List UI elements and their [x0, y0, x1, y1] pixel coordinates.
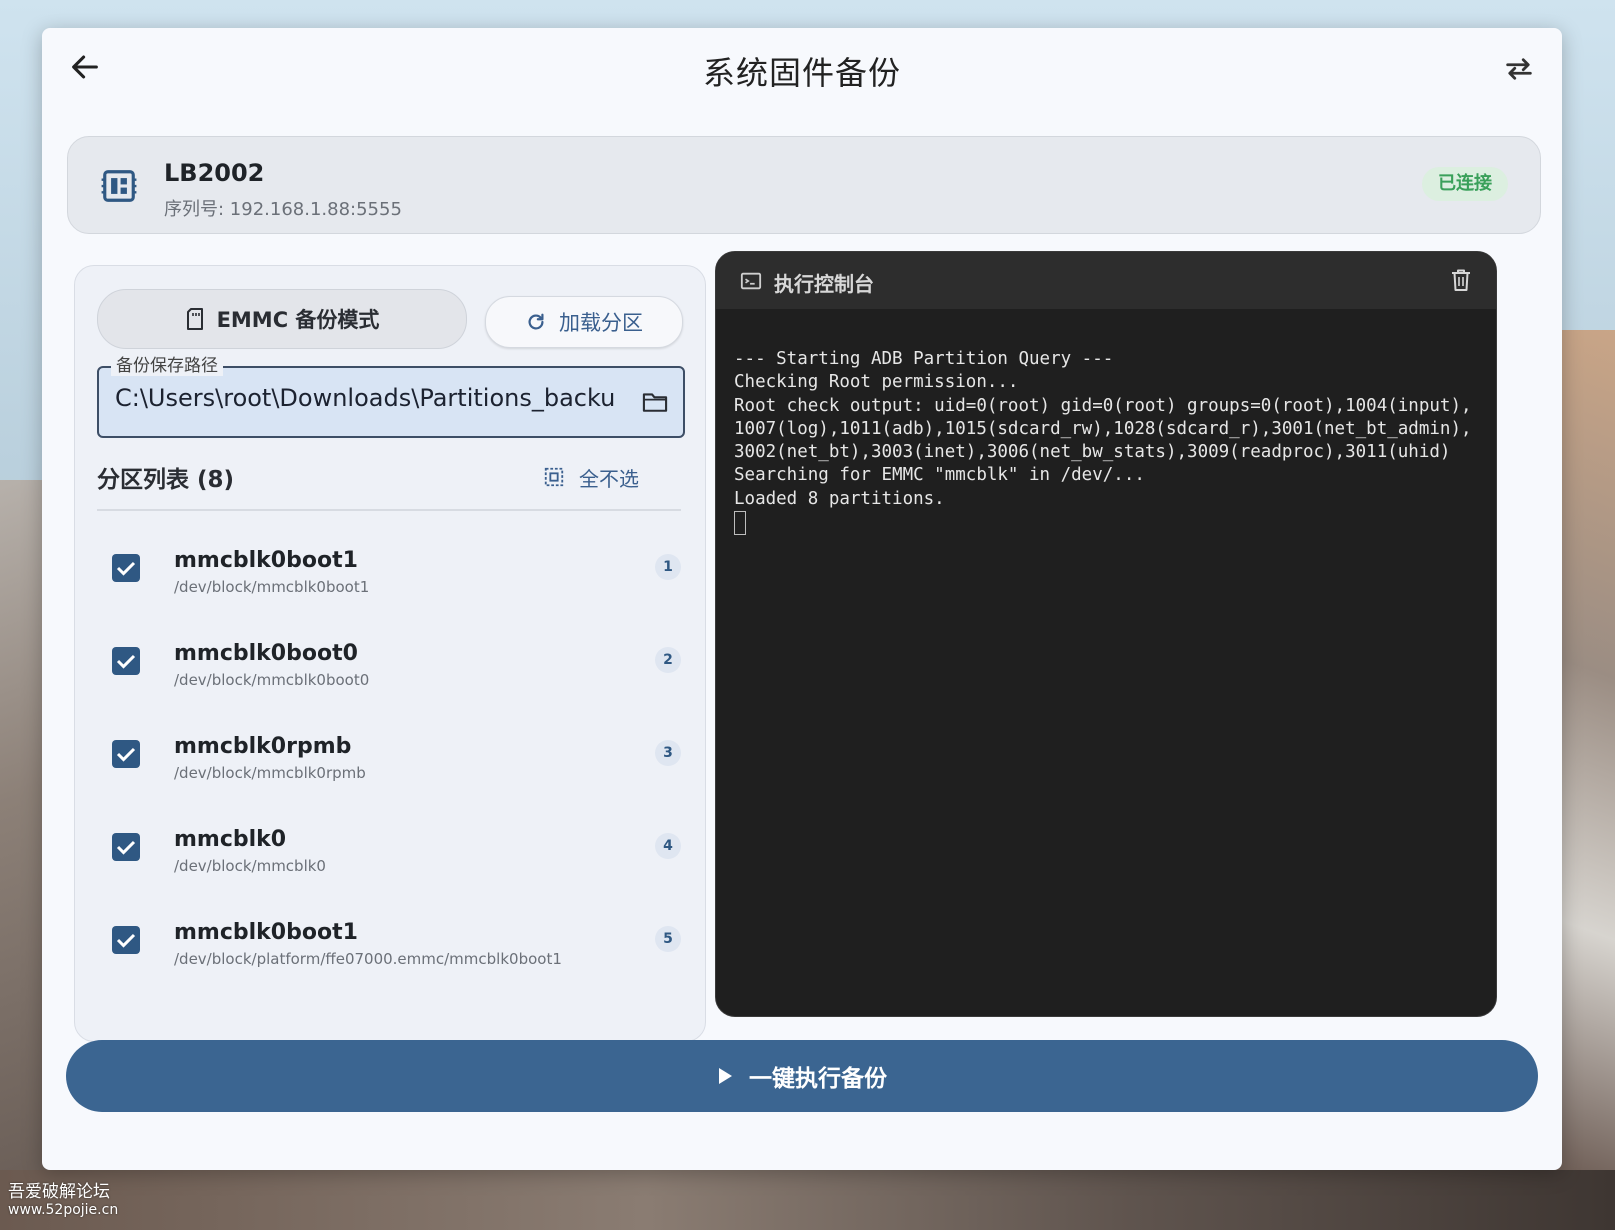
partition-index: 4	[655, 833, 681, 859]
partition-checkbox[interactable]	[112, 554, 140, 582]
partition-path: /dev/block/mmcblk0boot1	[174, 578, 370, 596]
load-partitions-label: 加载分区	[559, 311, 643, 335]
device-card: LB2002 序列号: 192.168.1.88:5555 已连接	[67, 136, 1541, 234]
console-line: --- Starting ADB Partition Query ---	[734, 349, 1114, 369]
device-name: LB2002	[164, 159, 265, 187]
app-window: 系统固件备份 LB2002 序列号: 192.168.1.88:5555 已连接…	[42, 28, 1562, 1170]
console-line: Root check output: uid=0(root) gid=0(roo…	[734, 395, 1472, 463]
partition-path: /dev/block/platform/ffe07000.emmc/mmcblk…	[174, 950, 562, 968]
swap-arrows-icon[interactable]	[1502, 52, 1536, 86]
partition-path: /dev/block/mmcblk0rpmb	[174, 764, 366, 782]
refresh-icon	[528, 313, 544, 330]
partition-list-title: 分区列表 (8)	[97, 467, 235, 493]
check-icon	[116, 933, 136, 948]
partition-index: 5	[655, 926, 681, 952]
watermark: 吾爱破解论坛 www.52pojie.cn	[8, 1182, 118, 1218]
partition-checkbox[interactable]	[112, 740, 140, 768]
console-line: Searching for EMMC "mmcblk" in /dev/...	[734, 465, 1145, 486]
run-backup-button[interactable]: 一键执行备份	[66, 1040, 1538, 1112]
check-icon	[116, 654, 136, 669]
terminal-icon	[740, 272, 762, 290]
list-divider	[97, 509, 681, 511]
partition-name: mmcblk0	[174, 827, 287, 852]
title-bar: 系统固件备份	[42, 28, 1562, 108]
folder-icon[interactable]	[641, 388, 669, 416]
partition-name: mmcblk0rpmb	[174, 734, 352, 759]
console-output: --- Starting ADB Partition Query --- Chec…	[734, 348, 1478, 536]
partition-checkbox[interactable]	[112, 833, 140, 861]
background-boardwalk	[0, 1170, 1615, 1230]
partition-row[interactable]: mmcblk0rpmb /dev/block/mmcblk0rpmb 3	[97, 718, 681, 808]
check-icon	[116, 840, 136, 855]
partition-name: mmcblk0boot0	[174, 641, 358, 666]
partition-checkbox[interactable]	[112, 647, 140, 675]
console-header: 执行控制台	[716, 252, 1496, 309]
console-line: Checking Root permission...	[734, 372, 1019, 393]
deselect-all-label: 全不选	[579, 466, 639, 491]
load-partitions-button[interactable]: 加载分区	[485, 296, 683, 348]
page-title: 系统固件备份	[702, 54, 901, 92]
emmc-mode-button[interactable]: EMMC 备份模式	[97, 289, 467, 349]
backup-path-input[interactable]: C:\Users\root\Downloads\Partitions_backu…	[115, 384, 615, 412]
partition-row[interactable]: mmcblk0 /dev/block/mmcblk0 4	[97, 811, 681, 901]
check-icon	[116, 747, 136, 762]
console-line: Loaded 8 partitions.	[734, 488, 945, 509]
partition-row[interactable]: mmcblk0boot1 /dev/block/platform/ffe0700…	[97, 904, 681, 994]
partition-row[interactable]: mmcblk0boot1 /dev/block/mmcblk0boot1 1	[97, 532, 681, 622]
device-serial: 序列号: 192.168.1.88:5555	[164, 199, 402, 220]
partition-index: 3	[655, 740, 681, 766]
console-panel: 执行控制台 --- Starting ADB Partition Query -…	[715, 251, 1497, 1017]
watermark-url: www.52pojie.cn	[8, 1202, 119, 1218]
check-icon	[116, 561, 136, 576]
partition-path: /dev/block/mmcblk0	[174, 857, 326, 875]
console-cursor	[734, 511, 746, 536]
console-title: 执行控制台	[774, 272, 874, 296]
deselect-all-button[interactable]: 全不选	[543, 462, 639, 492]
backup-path-field[interactable]: 备份保存路径 C:\Users\root\Downloads\Partition…	[97, 356, 685, 438]
partition-checkbox[interactable]	[112, 926, 140, 954]
sd-card-icon	[186, 308, 203, 330]
trash-icon[interactable]	[1450, 268, 1472, 292]
status-badge: 已连接	[1422, 167, 1508, 201]
background-rocks-right	[1555, 330, 1615, 1180]
partition-name: mmcblk0boot1	[174, 548, 358, 573]
run-backup-label: 一键执行备份	[749, 1066, 887, 1092]
watermark-name: 吾爱破解论坛	[8, 1182, 110, 1202]
partition-row[interactable]: mmcblk0boot0 /dev/block/mmcblk0boot0 2	[97, 625, 681, 715]
play-icon	[719, 1068, 732, 1084]
partition-index: 2	[655, 647, 681, 673]
backup-path-label: 备份保存路径	[111, 356, 223, 376]
chip-icon	[101, 170, 137, 202]
partition-path: /dev/block/mmcblk0boot0	[174, 671, 370, 689]
partition-panel: EMMC 备份模式 加载分区 备份保存路径 C:\Users\root\Down…	[74, 265, 706, 1042]
partition-index: 1	[655, 554, 681, 580]
partition-name: mmcblk0boot1	[174, 920, 358, 945]
select-all-icon	[544, 467, 564, 487]
emmc-mode-label: EMMC 备份模式	[216, 308, 380, 332]
